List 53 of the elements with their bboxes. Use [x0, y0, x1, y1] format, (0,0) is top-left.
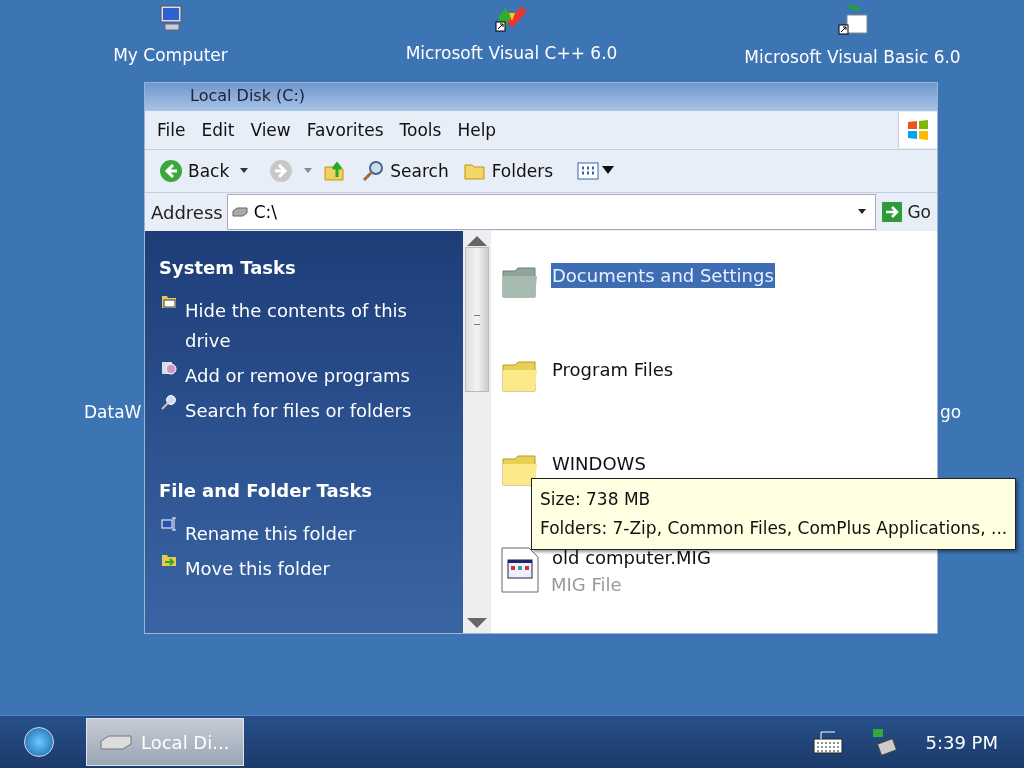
- tooltip-text: Size: 738 MB: [540, 488, 652, 511]
- scrollbar[interactable]: [463, 231, 491, 633]
- rename-icon: [159, 517, 179, 531]
- menu-item[interactable]: File: [149, 117, 194, 143]
- file-name[interactable]: Program Files: [551, 357, 675, 382]
- search-icon: [361, 159, 386, 183]
- cd-box-icon: [159, 359, 179, 375]
- scroll-thumb[interactable]: [465, 247, 489, 392]
- folder-window-icon: [159, 294, 179, 309]
- menu-item[interactable]: Help: [449, 117, 505, 143]
- address-field[interactable]: C:\: [226, 194, 877, 230]
- folder-arrow-icon: [159, 552, 179, 567]
- task-link[interactable]: Add or remove programs: [185, 361, 425, 391]
- desktop-icon-label[interactable]: go: [940, 402, 962, 422]
- search-icon: [159, 394, 179, 410]
- menu-item[interactable]: View: [242, 117, 299, 143]
- tooltip-text: Folders: 7-Zip, Common Files, ComPlus Applications, ...: [540, 517, 1008, 540]
- desktop-icon-label[interactable]: My Computer: [113, 45, 228, 65]
- search-button[interactable]: Search: [357, 157, 453, 185]
- shortcut-app-icon: [836, 3, 869, 37]
- document-icon: [501, 547, 539, 593]
- menu-item[interactable]: Favorites: [298, 117, 392, 143]
- task-link[interactable]: Rename this folder: [185, 519, 425, 549]
- desktop-icon-label[interactable]: Microsoft Visual Basic 6.0: [744, 47, 961, 67]
- drive-icon: [231, 207, 248, 217]
- start-orb-icon[interactable]: [24, 727, 54, 757]
- task-section-title: System Tasks: [159, 257, 297, 278]
- file-name[interactable]: Documents and Settings: [551, 263, 775, 288]
- clock[interactable]: 5:39 PM: [925, 731, 998, 753]
- menu-item[interactable]: Edit: [193, 117, 243, 143]
- task-link[interactable]: Move this folder: [185, 554, 425, 584]
- file-name[interactable]: WINDOWS: [551, 451, 647, 476]
- dropdown-caret-icon[interactable]: [857, 209, 868, 215]
- keyboard-icon[interactable]: [813, 729, 844, 755]
- folder-icon: [501, 453, 539, 487]
- window-title: Local Disk (C:): [190, 86, 306, 105]
- task-link[interactable]: Search for files or folders: [185, 396, 425, 426]
- task-section-title: File and Folder Tasks: [159, 480, 374, 501]
- drive-icon: [99, 734, 133, 750]
- go-arrow-icon: [882, 202, 903, 222]
- address-label: Address: [151, 201, 224, 223]
- dropdown-caret-icon[interactable]: [239, 168, 250, 174]
- menu-item[interactable]: Tools: [391, 117, 450, 143]
- back-button[interactable]: Back: [155, 157, 234, 185]
- task-link[interactable]: Hide the contents of this drive: [185, 296, 425, 356]
- folders-button[interactable]: Folders: [458, 158, 558, 184]
- desktop-icon-label[interactable]: DataW: [84, 402, 142, 422]
- go-button[interactable]: Go: [876, 202, 937, 222]
- desktop-icon-label[interactable]: Microsoft Visual C++ 6.0: [405, 43, 618, 63]
- folder-icon: [501, 359, 539, 393]
- folder-icon: [501, 265, 539, 299]
- file-type: MIG File: [551, 574, 623, 595]
- scroll-down-icon[interactable]: [465, 617, 489, 629]
